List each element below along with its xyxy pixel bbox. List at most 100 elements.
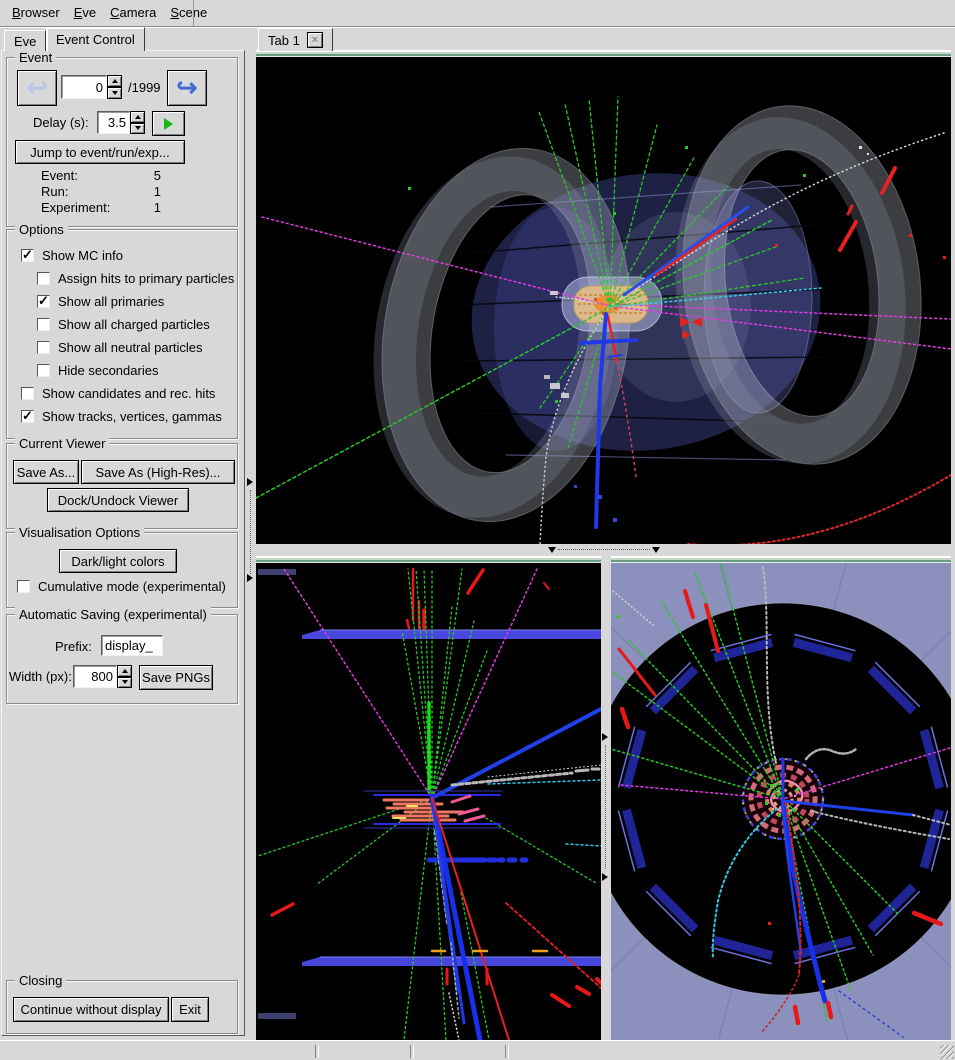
event-number-spinner [107,75,122,99]
status-separator [505,1045,509,1058]
options-list: Show MC info Assign hits to primary parti… [21,244,235,428]
save-as-highres-button[interactable]: Save As (High-Res)... [81,460,235,484]
splitter-horizontal[interactable] [256,544,955,556]
checkbox-show-all-neutral-particles[interactable] [37,341,50,354]
option-row: Show candidates and rec. hits [21,382,235,405]
checkbox-assign-hits-to-primary-particles[interactable] [37,272,50,285]
tab-eve[interactable]: Eve [4,30,46,51]
checkbox-label[interactable]: Show all charged particles [58,317,210,332]
checkbox-show-mc-info[interactable] [21,249,34,262]
checkbox-show-all-charged-particles[interactable] [37,318,50,331]
next-event-button[interactable]: ↪ [167,70,207,106]
tab-1[interactable]: Tab 1 × [258,28,333,51]
checkbox-label[interactable]: Show MC info [42,248,123,263]
visualisation-group: Visualisation Options Dark/light colors … [6,532,238,608]
spin-down-button[interactable] [130,123,145,135]
back-arrow-icon: ↩ [27,73,48,103]
viewer-rphi [611,556,951,1040]
event-total-label: /1999 [128,80,161,95]
delay-spinner [130,111,145,134]
cumulative-mode-label[interactable]: Cumulative mode (experimental) [38,579,226,594]
dark-light-colors-button[interactable]: Dark/light colors [59,549,177,573]
spin-down-button[interactable] [117,677,132,689]
tab-close-button[interactable]: × [307,32,323,48]
spin-up-button[interactable] [107,75,122,87]
viewer-rhoz-canvas[interactable] [256,563,601,1040]
option-row: Show tracks, vertices, gammas [21,405,235,428]
viewer-header-bar [611,556,951,563]
current-viewer-group-title: Current Viewer [15,436,109,451]
save-as-button[interactable]: Save As... [13,460,79,484]
viewer-header-bar [256,50,951,57]
play-button[interactable] [152,111,185,136]
checkbox-show-tracks-vertices-gammas[interactable] [21,410,34,423]
checkbox-label[interactable]: Show candidates and rec. hits [42,386,215,401]
event-info-row: Experiment: 1 [41,200,201,216]
event-number-input[interactable] [61,75,107,99]
width-spinner [117,665,132,688]
viewer-3d-canvas[interactable] [256,57,951,544]
event-info-label: Experiment: [41,200,110,216]
checkbox-hide-secondaries[interactable] [37,364,50,377]
prev-event-button[interactable]: ↩ [17,70,57,106]
event-info-label: Run: [41,184,68,200]
option-row: Show MC info [21,244,235,267]
checkbox-label[interactable]: Assign hits to primary particles [58,271,234,286]
play-icon [164,118,173,130]
forward-arrow-icon: ↪ [177,73,198,103]
event-info-row: Event:5 [41,168,201,184]
splitter-bottom-vertical[interactable] [601,556,611,1040]
checkbox-label[interactable]: Show all neutral particles [58,340,203,355]
options-group-title: Options [15,222,68,237]
splitter-panel-viewers[interactable] [246,28,256,1040]
event-group-title: Event [15,50,56,65]
control-panel-frame: Event ↩ /1999 ↪ Delay (s): Jump to ev [1,50,245,1036]
event-info-value: 1 [154,200,161,216]
event-info-value: 5 [154,168,161,184]
event-info-row: Run: 1 [41,184,201,200]
continue-without-display-button[interactable]: Continue without display [13,997,169,1022]
checkbox-label[interactable]: Show tracks, vertices, gammas [42,409,222,424]
option-row: Show all neutral particles [37,336,235,359]
menu-camera[interactable]: Camera [108,0,158,25]
checkbox-label[interactable]: Hide secondaries [58,363,158,378]
checkbox-show-all-primaries[interactable] [37,295,50,308]
menu-scene[interactable]: Scene [168,0,209,25]
menu-browser[interactable]: Browser [10,0,62,25]
viewer-rhoz [256,556,601,1040]
cumulative-mode-checkbox[interactable] [17,580,30,593]
auto-saving-group-title: Automatic Saving (experimental) [15,607,211,622]
jump-to-event-button[interactable]: Jump to event/run/exp... [15,140,185,164]
delay-input[interactable] [97,111,130,134]
menu-bar-divider [193,0,194,26]
left-panel: Eve Event Control Event ↩ /1999 ↪ Delay … [0,28,250,1040]
option-row: Show all charged particles [37,313,235,336]
spin-up-button[interactable] [130,111,145,123]
visualisation-group-title: Visualisation Options [15,525,144,540]
viewer-header-bar [256,556,601,563]
dock-undock-button[interactable]: Dock/Undock Viewer [47,488,189,512]
event-group: Event ↩ /1999 ↪ Delay (s): Jump to ev [6,57,238,227]
viewer-tab-bar: Tab 1 × [256,28,955,50]
event-info: Event:5Run: 1 Experiment: 1 [41,168,201,216]
option-row: Show all primaries [37,290,235,313]
viewer-rphi-canvas[interactable] [611,563,951,1040]
tab-event-control[interactable]: Event Control [46,27,145,51]
viewer-3d [256,50,951,544]
prefix-input[interactable] [101,635,163,656]
closing-group: Closing Continue without display Exit [6,980,238,1034]
resize-grip[interactable] [940,1045,954,1059]
exit-button[interactable]: Exit [171,997,209,1022]
checkbox-label[interactable]: Show all primaries [58,294,164,309]
width-input[interactable] [73,665,117,688]
checkbox-show-candidates-and-rec-hits[interactable] [21,387,34,400]
event-info-value: 1 [154,184,161,200]
status-separator [410,1045,414,1058]
save-pngs-button[interactable]: Save PNGs [139,665,213,690]
auto-saving-group: Automatic Saving (experimental) Prefix: … [6,614,238,704]
delay-label: Delay (s): [33,115,89,130]
spin-up-button[interactable] [117,665,132,677]
option-row: Assign hits to primary particles [37,267,235,290]
menu-eve[interactable]: Eve [72,0,98,25]
spin-down-button[interactable] [107,87,122,99]
